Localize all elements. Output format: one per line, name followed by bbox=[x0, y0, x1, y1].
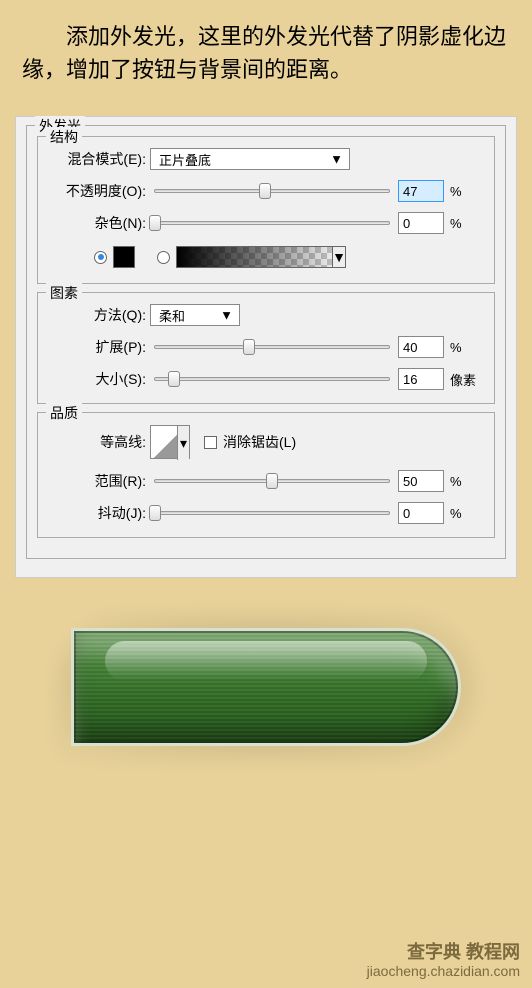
size-row: 大小(S): 像素 bbox=[48, 367, 484, 391]
watermark-main: 查字典 教程网 bbox=[367, 942, 520, 964]
opacity-unit: % bbox=[450, 184, 484, 199]
size-unit: 像素 bbox=[450, 370, 484, 389]
contour-row: 等高线: ▾ 消除锯齿(L) bbox=[48, 423, 484, 461]
spread-slider[interactable] bbox=[154, 345, 390, 349]
opacity-slider[interactable] bbox=[154, 189, 390, 193]
technique-value: 柔和 bbox=[159, 306, 185, 325]
blend-mode-row: 混合模式(E): 正片叠底 ▼ bbox=[48, 147, 484, 171]
slider-thumb[interactable] bbox=[168, 371, 180, 387]
jitter-row: 抖动(J): % bbox=[48, 501, 484, 525]
contour-label: 等高线: bbox=[48, 432, 150, 452]
range-label: 范围(R): bbox=[48, 471, 150, 491]
antialias-checkbox[interactable] bbox=[204, 436, 217, 449]
slider-thumb[interactable] bbox=[149, 215, 161, 231]
jitter-unit: % bbox=[450, 506, 484, 521]
elements-legend: 图素 bbox=[46, 283, 82, 303]
technique-label: 方法(Q): bbox=[48, 305, 150, 325]
watermark: 查字典 教程网 jiaocheng.chazidian.com bbox=[367, 942, 520, 980]
outer-glow-fieldset: 外发光 结构 混合模式(E): 正片叠底 ▼ 不透明度(O): % 杂色( bbox=[26, 125, 506, 559]
size-input[interactable] bbox=[398, 368, 444, 390]
noise-slider[interactable] bbox=[154, 221, 390, 225]
range-unit: % bbox=[450, 474, 484, 489]
structure-legend: 结构 bbox=[46, 127, 82, 147]
elements-fieldset: 图素 方法(Q): 柔和 ▼ 扩展(P): % 大小(S): bbox=[37, 292, 495, 404]
contour-dropdown-icon[interactable]: ▾ bbox=[177, 426, 189, 460]
opacity-label: 不透明度(O): bbox=[48, 181, 150, 201]
spread-input[interactable] bbox=[398, 336, 444, 358]
jitter-label: 抖动(J): bbox=[48, 503, 150, 523]
technique-row: 方法(Q): 柔和 ▼ bbox=[48, 303, 484, 327]
slider-thumb[interactable] bbox=[243, 339, 255, 355]
quality-legend: 品质 bbox=[46, 403, 82, 423]
size-label: 大小(S): bbox=[48, 369, 150, 389]
spread-unit: % bbox=[450, 340, 484, 355]
gradient-preview[interactable]: ▼ bbox=[176, 246, 346, 268]
antialias-label: 消除锯齿(L) bbox=[223, 432, 296, 452]
opacity-input[interactable] bbox=[398, 180, 444, 202]
slider-thumb[interactable] bbox=[149, 505, 161, 521]
spread-label: 扩展(P): bbox=[48, 337, 150, 357]
color-source-row: ▼ bbox=[48, 243, 484, 271]
range-slider[interactable] bbox=[154, 479, 390, 483]
outer-glow-panel: 外发光 结构 混合模式(E): 正片叠底 ▼ 不透明度(O): % 杂色( bbox=[15, 116, 517, 578]
blend-mode-value: 正片叠底 bbox=[159, 150, 211, 169]
tutorial-description: 添加外发光，这里的外发光代替了阴影虚化边缘，增加了按钮与背景间的距离。 bbox=[0, 0, 532, 96]
blend-mode-label: 混合模式(E): bbox=[48, 149, 150, 169]
noise-row: 杂色(N): % bbox=[48, 211, 484, 235]
jitter-slider[interactable] bbox=[154, 511, 390, 515]
range-input[interactable] bbox=[398, 470, 444, 492]
blend-mode-dropdown[interactable]: 正片叠底 ▼ bbox=[150, 148, 350, 170]
noise-unit: % bbox=[450, 216, 484, 231]
watermark-sub: jiaocheng.chazidian.com bbox=[367, 963, 520, 980]
range-row: 范围(R): % bbox=[48, 469, 484, 493]
noise-input[interactable] bbox=[398, 212, 444, 234]
structure-fieldset: 结构 混合模式(E): 正片叠底 ▼ 不透明度(O): % 杂色(N): bbox=[37, 136, 495, 284]
solid-color-radio[interactable] bbox=[94, 251, 107, 264]
chevron-down-icon: ▼ bbox=[330, 152, 343, 167]
gradient-radio[interactable] bbox=[157, 251, 170, 264]
spread-row: 扩展(P): % bbox=[48, 335, 484, 359]
slider-thumb[interactable] bbox=[259, 183, 271, 199]
technique-dropdown[interactable]: 柔和 ▼ bbox=[150, 304, 240, 326]
size-slider[interactable] bbox=[154, 377, 390, 381]
jitter-input[interactable] bbox=[398, 502, 444, 524]
button-body bbox=[71, 628, 461, 746]
chevron-down-icon: ▼ bbox=[220, 308, 233, 323]
button-preview bbox=[71, 628, 461, 746]
quality-fieldset: 品质 等高线: ▾ 消除锯齿(L) 范围(R): % 抖动(J): bbox=[37, 412, 495, 538]
opacity-row: 不透明度(O): % bbox=[48, 179, 484, 203]
contour-picker[interactable]: ▾ bbox=[150, 425, 190, 459]
color-swatch[interactable] bbox=[113, 246, 135, 268]
noise-label: 杂色(N): bbox=[48, 213, 150, 233]
gradient-dropdown-icon[interactable]: ▼ bbox=[332, 246, 346, 268]
slider-thumb[interactable] bbox=[266, 473, 278, 489]
